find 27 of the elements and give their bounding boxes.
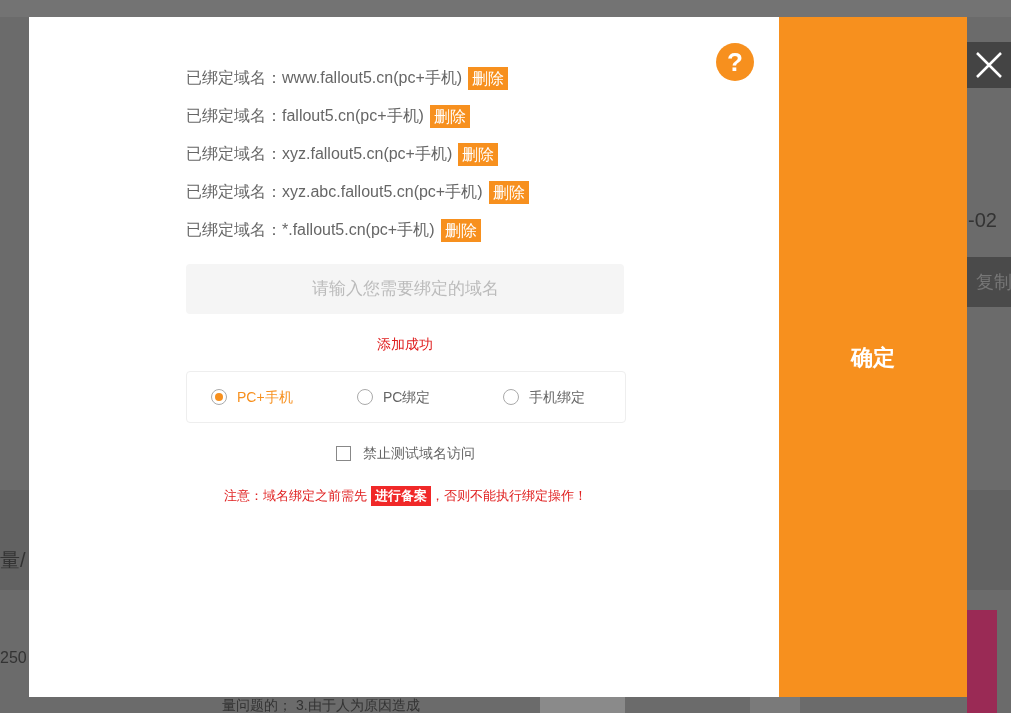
success-message: 添加成功 <box>376 335 434 354</box>
delete-button[interactable]: 删除 <box>488 180 529 204</box>
bound-domain-text: 已绑定域名：www.fallout5.cn(pc+手机) <box>186 68 463 88</box>
date-text: -02 <box>968 208 997 233</box>
close-icon[interactable] <box>976 52 1002 78</box>
help-icon[interactable]: ? <box>716 43 754 81</box>
delete-button[interactable]: 删除 <box>468 66 509 90</box>
mode-radio[interactable]: PC+手机 <box>187 386 333 408</box>
filing-link[interactable]: 进行备案 <box>370 486 431 506</box>
bound-domain-text: 已绑定域名：xyz.fallout5.cn(pc+手机) <box>186 144 453 164</box>
domain-input-field[interactable]: 请输入您需要绑定的域名 <box>186 264 624 314</box>
delete-button[interactable]: 删除 <box>440 218 481 242</box>
photo-placeholder <box>750 697 800 713</box>
confirm-button[interactable]: 确定 <box>779 17 967 697</box>
notice-text: ，否则不能执行绑定操作！ <box>430 487 587 505</box>
bound-domain-text: 已绑定域名：xyz.abc.fallout5.cn(pc+手机) <box>186 182 483 202</box>
mode-radio[interactable]: 手机绑定 <box>479 386 625 408</box>
notice-text: 注意：域名绑定之前需先 <box>223 487 367 505</box>
checkbox-label: 禁止测试域名访问 <box>362 444 475 463</box>
close-button[interactable] <box>967 42 1011 88</box>
delete-button[interactable]: 删除 <box>458 142 499 166</box>
bound-domain-text: 已绑定域名：*.fallout5.cn(pc+手机) <box>186 220 435 240</box>
checkbox[interactable] <box>335 446 351 461</box>
delete-button[interactable]: 删除 <box>429 104 470 128</box>
mode-radio[interactable]: PC绑定 <box>333 386 479 408</box>
table-cell-text: 250 <box>0 648 27 668</box>
bound-domain-text: 已绑定域名：fallout5.cn(pc+手机) <box>186 106 424 126</box>
